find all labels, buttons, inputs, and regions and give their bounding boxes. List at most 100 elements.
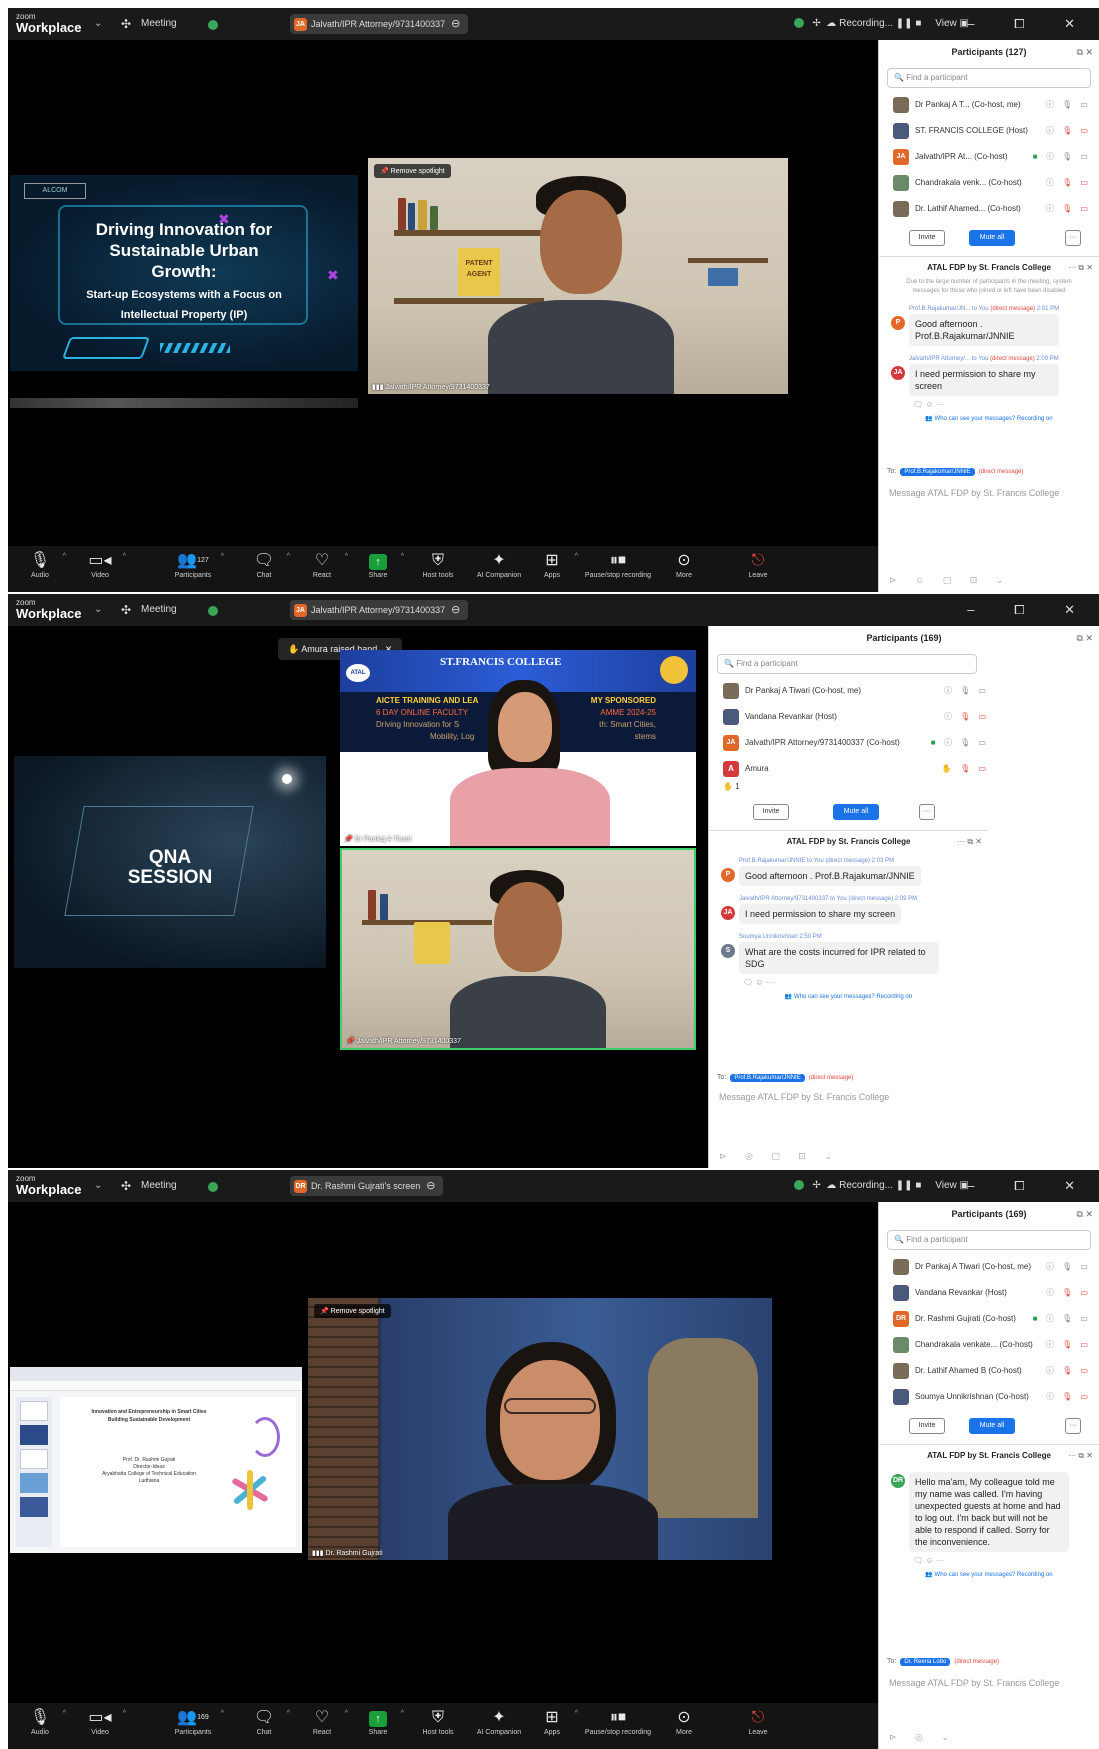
chat-tools[interactable]: ⊳ ☺ ▢ ⊡ ⌄ xyxy=(889,575,1011,586)
leave-button[interactable]: ⎋ Leave xyxy=(728,550,788,579)
find-participant-input[interactable]: 🔍 Find a participant xyxy=(887,1230,1091,1250)
participant-row[interactable]: Chandrakala venk... (Co-host) ⓘ 🎙 ▭ xyxy=(879,170,1099,196)
recipient-selector[interactable]: To: Prof.B.Rajakumar/JNNIE (direct message… xyxy=(887,468,1092,476)
popout-close-icons[interactable]: ··· ⧉ ✕ xyxy=(957,831,982,853)
participant-row[interactable]: A Amura ✋ 🎙 ▭ xyxy=(709,756,1099,782)
audio-button[interactable]: 🎙 Audio ^ xyxy=(10,550,70,579)
apps-button[interactable]: ⊞ Apps ^ xyxy=(522,1707,582,1736)
meeting-label[interactable]: Meeting xyxy=(141,8,177,40)
pause-recording-button[interactable]: ⏸⏹ Pause/stop recording xyxy=(578,1707,658,1736)
chat-button[interactable]: 🗨 Chat ^ xyxy=(234,550,294,579)
message-input[interactable]: Message ATAL FDP by St. Francis College xyxy=(889,488,1059,498)
reaction-bar[interactable]: 🗨 ☺ ··· xyxy=(879,400,1099,409)
participants-button[interactable]: 👥169 Participants ^ xyxy=(158,1707,228,1736)
remove-spotlight-button[interactable]: 📌 Remove spotlight xyxy=(314,1304,391,1318)
recording-status[interactable]: ✢ ☁ Recording... ❚❚ ■ View ▣ xyxy=(794,8,969,40)
shield-icon[interactable] xyxy=(208,20,218,30)
more-button[interactable]: ⊙ More xyxy=(654,1707,714,1736)
popout-close-icons[interactable]: ··· ⧉ ✕ xyxy=(1068,1445,1093,1467)
react-button[interactable]: ♡ React ^ xyxy=(292,1707,352,1736)
chevron-down-icon[interactable]: ⌄ xyxy=(94,8,102,40)
mute-all-button[interactable]: Mute all xyxy=(969,230,1015,246)
chat-tools[interactable]: ⊳ ◎ ⌄ xyxy=(889,1732,957,1743)
video-button[interactable]: ▭◂ Video ^ xyxy=(70,550,130,579)
meeting-label[interactable]: Meeting xyxy=(141,594,177,626)
participant-controls[interactable]: ⓘ 🎙 ▭ xyxy=(1046,170,1091,196)
recipient-selector[interactable]: To: Prof.B.Rajakumar/JNNIE (direct message… xyxy=(717,1074,977,1082)
apps-button[interactable]: ⊞ Apps ^ xyxy=(522,550,582,579)
chevron-down-icon[interactable]: ⌄ xyxy=(94,594,102,626)
screen-share-pill[interactable]: JA Jalvath/IPR Attorney/9731400337 ⊖ xyxy=(290,14,469,34)
participant-controls[interactable]: ■ ⓘ 🎙 ▭ xyxy=(1033,1306,1091,1332)
participant-controls[interactable]: ⓘ 🎙 ▭ xyxy=(1046,1280,1091,1306)
participant-row[interactable]: ST. FRANCIS COLLEGE (Host) ⓘ 🎙 ▭ xyxy=(879,118,1099,144)
speaker-video-tile[interactable]: 📌 Remove spotlight ▮▮▮ Dr. Rashmi Gujrat… xyxy=(308,1298,772,1560)
participant-controls[interactable]: ⓘ 🎙 ▭ xyxy=(944,678,989,704)
participant-row[interactable]: Vandana Revankar (Host) ⓘ 🎙 ▭ xyxy=(879,1280,1099,1306)
popout-close-icons[interactable]: ⧉ ✕ xyxy=(1077,40,1093,64)
participant-controls[interactable]: ⓘ 🎙 ▭ xyxy=(1046,1332,1091,1358)
remove-spotlight-button[interactable]: 📌 Remove spotlight xyxy=(374,164,451,178)
more-options-button[interactable]: ··· xyxy=(1065,1418,1081,1434)
view-button[interactable]: View xyxy=(935,1180,957,1191)
mute-all-button[interactable]: Mute all xyxy=(969,1418,1015,1434)
screen-share-pill[interactable]: DR Dr. Rashmi Gujrati's screen ⊖ xyxy=(290,1176,444,1196)
more-button[interactable]: ⊙ More xyxy=(654,550,714,579)
participant-controls[interactable]: ⓘ 🎙 ▭ xyxy=(1046,1358,1091,1384)
window-controls[interactable]: – ⧠ ✕ xyxy=(967,594,1093,626)
message-input[interactable]: Message ATAL FDP by St. Francis College xyxy=(889,1678,1059,1688)
participant-row[interactable]: Soumya Unnikrishnan (Co-host) ⓘ 🎙 ▭ xyxy=(879,1384,1099,1410)
popout-close-icons[interactable]: ··· ⧉ ✕ xyxy=(1068,257,1093,279)
host-tools-button[interactable]: ⛨ Host tools xyxy=(408,1707,468,1736)
chat-button[interactable]: 🗨 Chat ^ xyxy=(234,1707,294,1736)
participant-row[interactable]: Dr. Lathif Ahamed B (Co-host) ⓘ 🎙 ▭ xyxy=(879,1358,1099,1384)
window-controls[interactable]: – ⧠ ✕ xyxy=(967,8,1093,40)
shield-icon[interactable] xyxy=(208,1182,218,1192)
react-button[interactable]: ♡ React ^ xyxy=(292,550,352,579)
window-controls[interactable]: – ⧠ ✕ xyxy=(967,1170,1093,1202)
find-participant-input[interactable]: 🔍 Find a participant xyxy=(887,68,1091,88)
audio-button[interactable]: 🎙 Audio ^ xyxy=(10,1707,70,1736)
participant-row[interactable]: DR Dr. Rashmi Gujrati (Co-host) ■ ⓘ 🎙 ▭ xyxy=(879,1306,1099,1332)
invite-button[interactable]: Invite xyxy=(753,804,789,820)
participant-controls[interactable]: ⓘ 🎙 ▭ xyxy=(1046,1254,1091,1280)
leave-button[interactable]: ⎋ Leave xyxy=(728,1707,788,1736)
mute-all-button[interactable]: Mute all xyxy=(833,804,879,820)
participant-controls[interactable]: ⓘ 🎙 ▭ xyxy=(1046,196,1091,222)
participant-controls[interactable]: ⓘ 🎙 ▭ xyxy=(944,704,989,730)
popout-close-icons[interactable]: ⧉ ✕ xyxy=(1077,1202,1093,1226)
participant-controls[interactable]: ⓘ 🎙 ▭ xyxy=(1046,118,1091,144)
participant-row[interactable]: Vandana Revankar (Host) ⓘ 🎙 ▭ xyxy=(709,704,1099,730)
menu-icon[interactable]: ⊖ xyxy=(451,604,460,616)
find-participant-input[interactable]: 🔍 Find a participant xyxy=(717,654,977,674)
reaction-bar[interactable]: 🗨 ☺ ··· xyxy=(709,978,1099,987)
participant-controls[interactable]: ■ ⓘ 🎙 ▭ xyxy=(931,730,989,756)
host-video-tile[interactable]: ATAL ST.FRANCIS COLLEGE AICTE TRAINING A… xyxy=(340,650,696,846)
shield-icon[interactable] xyxy=(208,606,218,616)
speaker-video-tile[interactable]: 📌 Jalvath/IPR Attorney/9731400337 xyxy=(340,848,696,1050)
participant-row[interactable]: Dr Pankaj A Tiwari (Co-host, me) ⓘ 🎙 ▭ xyxy=(879,1254,1099,1280)
participant-row[interactable]: Dr Pankaj A T... (Co-host, me) ⓘ 🎙 ▭ xyxy=(879,92,1099,118)
reaction-bar[interactable]: 🗨 ☺ ··· xyxy=(879,1556,1099,1565)
more-options-button[interactable]: ··· xyxy=(919,804,935,820)
invite-button[interactable]: Invite xyxy=(909,1418,945,1434)
participants-button[interactable]: 👥127 Participants ^ xyxy=(158,550,228,579)
screen-share-pill[interactable]: JA Jalvath/IPR Attorney/9731400337 ⊖ xyxy=(290,600,469,620)
menu-icon[interactable]: ⊖ xyxy=(426,1180,435,1192)
participant-controls[interactable]: ⓘ 🎙 ▭ xyxy=(1046,1384,1091,1410)
participant-row[interactable]: JA Jalvath/IPR Attorney/9731400337 (Co-ho… xyxy=(709,730,1099,756)
invite-button[interactable]: Invite xyxy=(909,230,945,246)
share-button[interactable]: ↑ Share ^ xyxy=(348,1707,408,1736)
chevron-down-icon[interactable]: ⌄ xyxy=(94,1170,102,1202)
meeting-label[interactable]: Meeting xyxy=(141,1170,177,1202)
pause-recording-button[interactable]: ⏸⏹ Pause/stop recording xyxy=(578,550,658,579)
speaker-video-tile[interactable]: PATENT AGENT 📌 Remove spotlight ▮▮▮ Jalv… xyxy=(368,158,788,394)
popout-close-icons[interactable]: ⧉ ✕ xyxy=(1077,626,1093,650)
who-can-see-notice[interactable]: 👥 Who can see your messages? Recording o… xyxy=(709,993,988,1000)
share-button[interactable]: ↑ Share ^ xyxy=(348,550,408,579)
participant-row[interactable]: Dr. Lathif Ahamed... (Co-host) ⓘ 🎙 ▭ xyxy=(879,196,1099,222)
host-tools-button[interactable]: ⛨ Host tools xyxy=(408,550,468,579)
recipient-selector[interactable]: To: Dr. Reena Lobo (direct message) xyxy=(887,1658,1092,1666)
participant-controls[interactable]: ✋ 🎙 ▭ xyxy=(942,756,989,782)
participant-row[interactable]: Chandrakala venkate... (Co-host) ⓘ 🎙 ▭ xyxy=(879,1332,1099,1358)
